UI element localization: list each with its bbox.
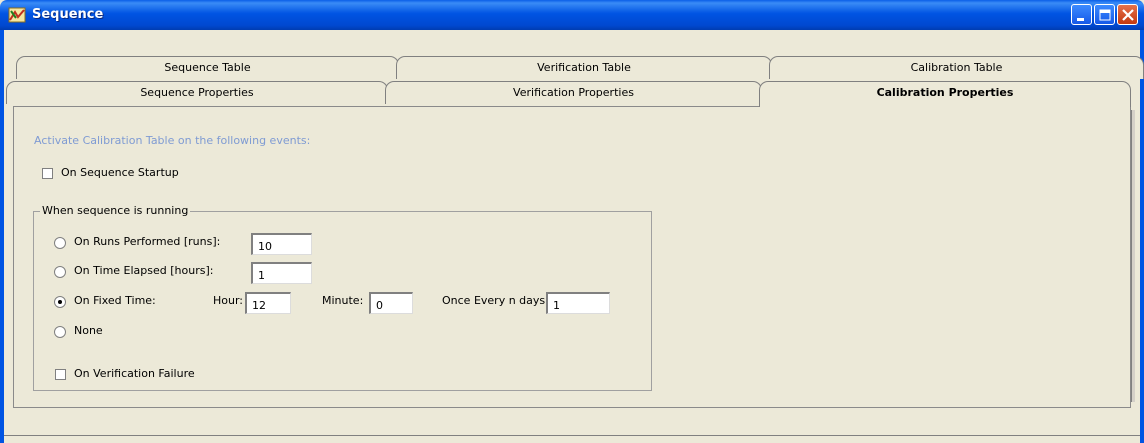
tab-calibration-properties[interactable]: Calibration Properties [759,81,1131,107]
window-bottom-border [4,435,1140,436]
tab-label: Verification Properties [513,86,634,99]
tab-label: Calibration Table [910,61,1003,74]
minute-label: Minute: [322,294,364,307]
on-time-elapsed-radio[interactable] [54,266,66,278]
on-fixed-time-radio[interactable] [54,296,66,308]
on-verification-failure-checkbox[interactable] [55,369,66,380]
tab-sequence-table[interactable]: Sequence Table [16,56,399,79]
runs-input[interactable] [251,233,312,255]
close-icon [1122,9,1134,21]
tab-label: Sequence Table [164,61,251,74]
sequence-app-icon [8,7,26,23]
on-runs-performed-label: On Runs Performed [runs]: [74,235,221,248]
activation-hint: Activate Calibration Table on the follow… [34,134,311,147]
on-time-elapsed-label: On Time Elapsed [hours]: [74,264,214,277]
days-label: Once Every n days: [442,294,549,307]
on-runs-performed-radio[interactable] [54,237,66,249]
hours-elapsed-input[interactable] [251,262,312,284]
none-radio[interactable] [54,326,66,338]
none-label: None [74,324,103,337]
on-fixed-time-label: On Fixed Time: [74,294,156,307]
title-bar[interactable]: Sequence [0,0,1144,30]
tab-calibration-table[interactable]: Calibration Table [769,56,1144,79]
hour-label: Hour: [213,294,244,307]
tab-label: Verification Table [537,61,631,74]
on-verification-failure-label: On Verification Failure [74,367,195,380]
maximize-button[interactable] [1094,4,1115,25]
on-sequence-startup-label: On Sequence Startup [61,166,179,179]
panel-right-edge [1131,110,1135,402]
minute-input[interactable] [369,292,413,314]
groupbox-title: When sequence is running [40,204,191,217]
tab-label: Sequence Properties [140,86,254,99]
tab-verification-properties[interactable]: Verification Properties [385,81,762,104]
close-button[interactable] [1117,4,1138,25]
on-sequence-startup-checkbox[interactable] [42,168,53,179]
window-title: Sequence [32,7,104,22]
minimize-icon [1077,18,1084,21]
tab-label: Calibration Properties [876,86,1014,99]
minimize-button[interactable] [1071,4,1092,25]
tab-verification-table[interactable]: Verification Table [396,56,772,79]
days-input[interactable] [546,292,610,314]
hour-input[interactable] [245,292,291,314]
tab-sequence-properties[interactable]: Sequence Properties [6,81,388,104]
maximize-icon [1099,9,1111,21]
